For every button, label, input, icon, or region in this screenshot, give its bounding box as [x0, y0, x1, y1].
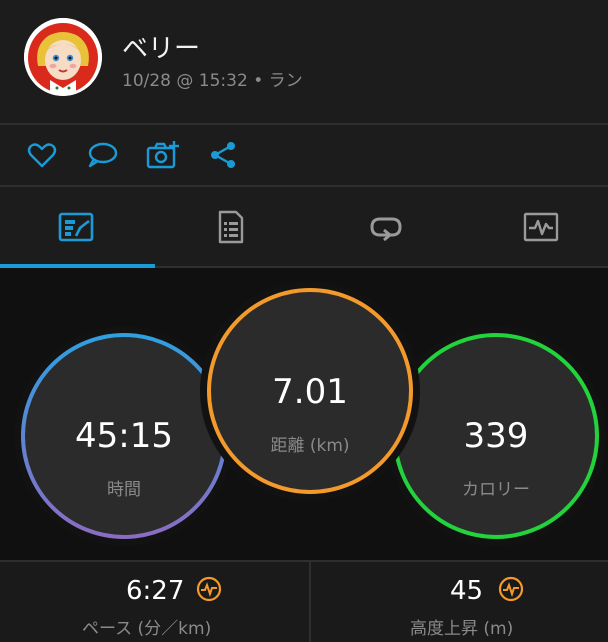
- distance-label: 距離 (km): [270, 436, 350, 456]
- avatar[interactable]: [24, 18, 102, 96]
- time-value: 45:15: [75, 416, 173, 456]
- calories-label: カロリー: [462, 480, 530, 500]
- tab-charts[interactable]: [465, 187, 608, 266]
- chart-icon: [523, 212, 559, 241]
- action-bar: [0, 125, 608, 185]
- tab-details[interactable]: [155, 187, 307, 266]
- pace-info-button[interactable]: [196, 576, 222, 602]
- pulse-icon: [498, 576, 524, 602]
- add-photo-button[interactable]: [146, 139, 179, 171]
- time-label: 時間: [107, 480, 141, 500]
- tab-laps[interactable]: [310, 187, 462, 266]
- elevation-info-button[interactable]: [498, 576, 524, 602]
- pace-label: ペース (分／km): [82, 619, 212, 639]
- stats-overview-icon: [58, 212, 94, 241]
- comment-icon: [88, 142, 118, 168]
- share-icon: [211, 142, 235, 168]
- comment-button[interactable]: [86, 139, 118, 171]
- pulse-icon: [196, 576, 222, 602]
- elevation-value: 45: [450, 576, 484, 606]
- activity-header: ベリー 10/28 @ 15:32 • ラン: [0, 0, 608, 123]
- pace-value: 6:27: [126, 576, 185, 606]
- distance-value: 7.01: [272, 372, 348, 412]
- details-document-icon: [218, 210, 244, 243]
- add-photo-icon: [146, 141, 179, 169]
- tab-overview[interactable]: [0, 187, 152, 266]
- laps-icon: [370, 217, 402, 241]
- elevation-label: 高度上昇 (m): [410, 619, 514, 639]
- like-button[interactable]: [26, 139, 58, 171]
- metrics-row: 6:27 ペース (分／km) 45 高度上昇 (m): [0, 560, 608, 642]
- tab-bar: [0, 187, 608, 266]
- divider: [309, 562, 311, 642]
- calories-value: 339: [463, 416, 529, 456]
- stats-panel: 45:15 時間 339 カロリー 7.01 距離 (km): [0, 268, 608, 560]
- heart-icon: [27, 143, 57, 168]
- share-button[interactable]: [208, 139, 240, 171]
- user-name[interactable]: ベリー: [122, 28, 200, 65]
- activity-meta: 10/28 @ 15:32 • ラン: [122, 71, 303, 91]
